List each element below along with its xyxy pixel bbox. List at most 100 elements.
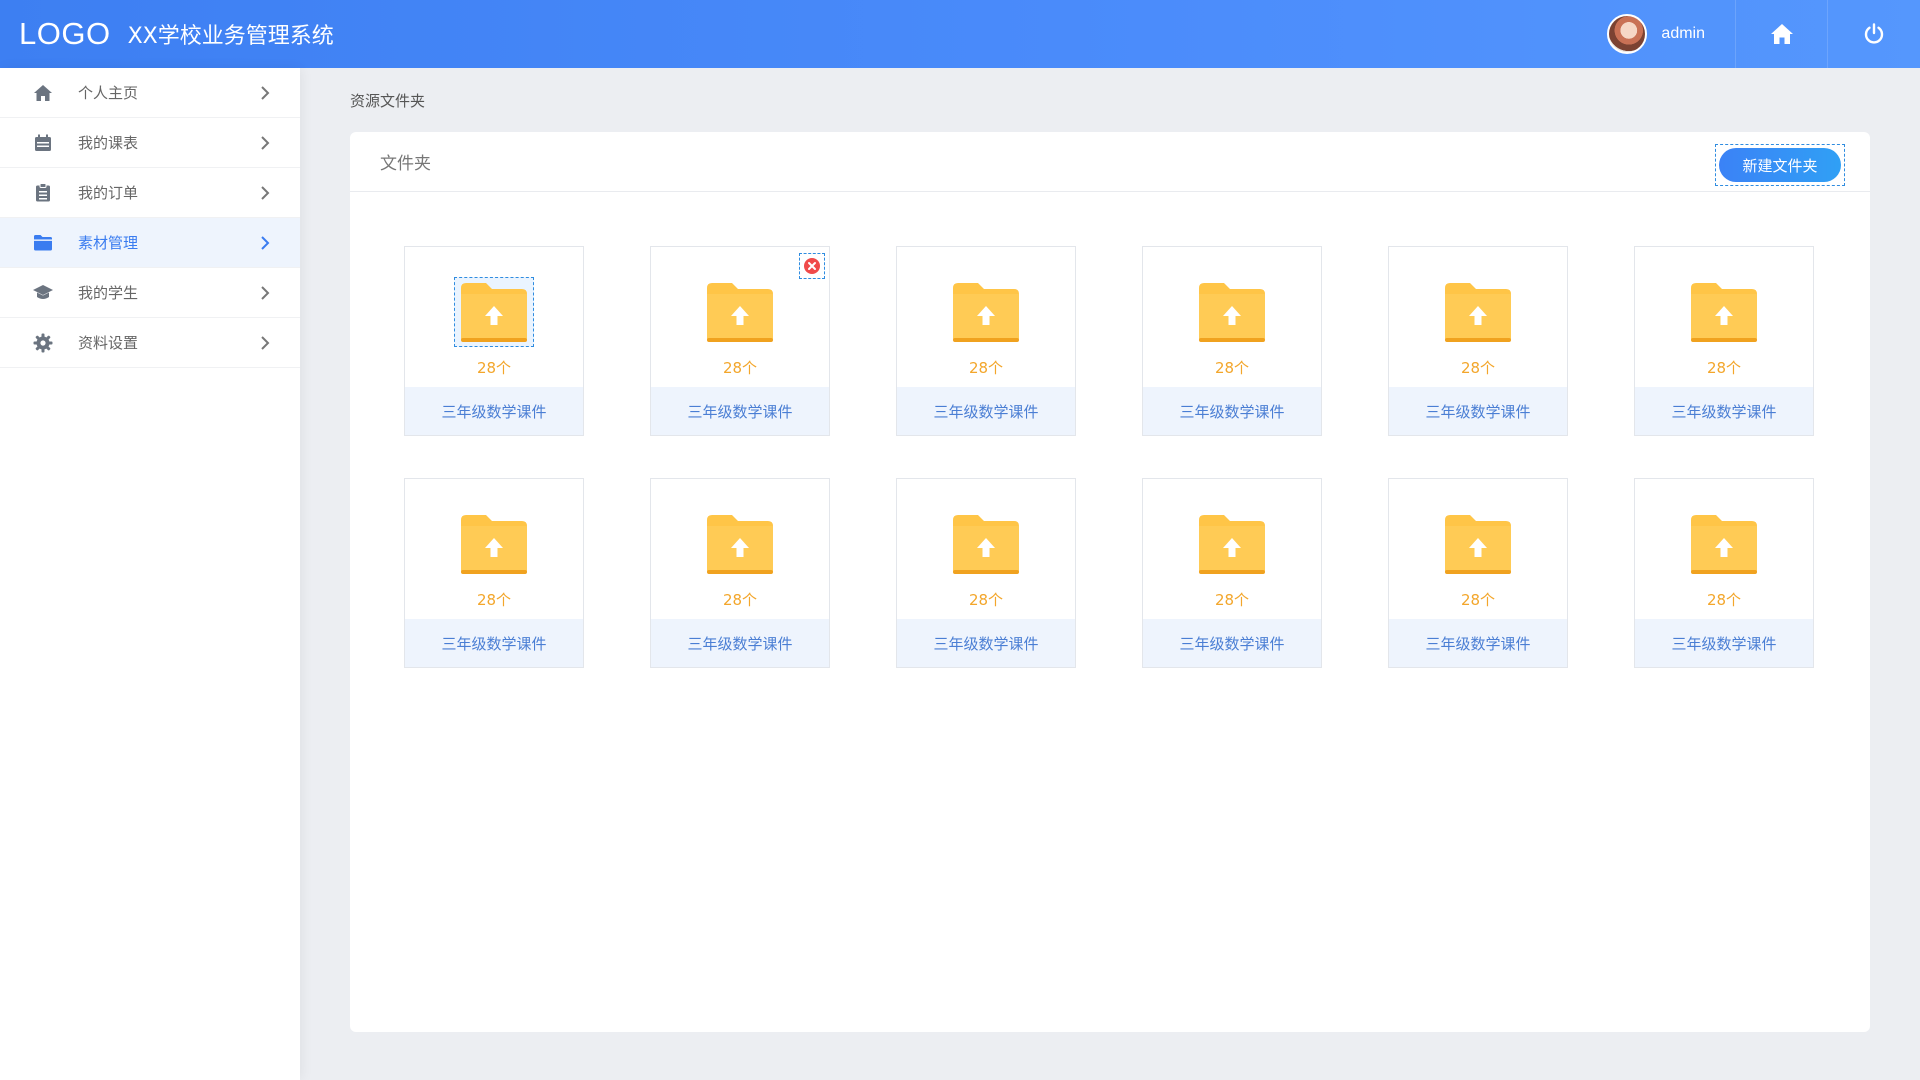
folder-area[interactable]: 28个 [1389, 247, 1567, 387]
gear-icon [32, 332, 54, 354]
folder-upload-icon [1445, 515, 1511, 574]
new-folder-button[interactable]: 新建文件夹 [1719, 148, 1841, 182]
panel-header: 文件夹 新建文件夹 [350, 132, 1870, 192]
folder-icon-wrapper[interactable] [1438, 509, 1518, 579]
folder-icon-wrapper[interactable] [700, 277, 780, 347]
file-count: 28个 [1706, 591, 1742, 609]
top-header: LOGO XX学校业务管理系统 admin [0, 0, 1920, 68]
sidebar-item-label: 我的订单 [78, 184, 139, 202]
folder-icon [32, 232, 54, 254]
folder-upload-icon [461, 515, 527, 574]
folder-name: 三年级数学课件 [1143, 387, 1321, 435]
new-folder-button-wrapper: 新建文件夹 [1715, 144, 1845, 186]
folder-name: 三年级数学课件 [1635, 619, 1813, 667]
folder-panel: 文件夹 新建文件夹 28个 三年级数学课件 28个 三年级数学课件 28个 三年… [350, 132, 1870, 1032]
avatar[interactable] [1607, 14, 1648, 54]
folder-name: 三年级数学课件 [651, 619, 829, 667]
folder-card[interactable]: 28个 三年级数学课件 [896, 246, 1076, 436]
folder-card[interactable]: 28个 三年级数学课件 [1142, 246, 1322, 436]
folder-upload-icon [953, 515, 1019, 574]
folder-area[interactable]: 28个 [651, 479, 829, 619]
folder-icon-wrapper[interactable] [454, 277, 534, 347]
folder-area[interactable]: 28个 [1389, 479, 1567, 619]
file-count: 28个 [1460, 591, 1496, 609]
folder-card[interactable]: 28个 三年级数学课件 [404, 246, 584, 436]
username[interactable]: admin [1661, 25, 1705, 43]
chevron-right-icon [261, 286, 270, 300]
close-icon [804, 258, 820, 274]
folder-area[interactable]: 28个 [897, 479, 1075, 619]
folder-card[interactable]: 28个 三年级数学课件 [1634, 246, 1814, 436]
folder-name: 三年级数学课件 [1389, 387, 1567, 435]
sidebar-item-materials[interactable]: 素材管理 [0, 218, 300, 268]
folder-icon-wrapper[interactable] [454, 509, 534, 579]
folder-icon-wrapper[interactable] [1438, 277, 1518, 347]
folder-name: 三年级数学课件 [1389, 619, 1567, 667]
folder-icon-wrapper[interactable] [1684, 277, 1764, 347]
file-count: 28个 [968, 359, 1004, 377]
folder-icon-wrapper[interactable] [1192, 277, 1272, 347]
sidebar-item-label: 资料设置 [78, 334, 139, 352]
folder-icon-wrapper[interactable] [946, 277, 1026, 347]
delete-folder-button[interactable] [799, 253, 825, 279]
folder-name: 三年级数学课件 [651, 387, 829, 435]
file-count: 28个 [1460, 359, 1496, 377]
folder-card[interactable]: 28个 三年级数学课件 [650, 478, 830, 668]
folder-upload-icon [953, 283, 1019, 342]
folder-upload-icon [1691, 283, 1757, 342]
home-button[interactable] [1736, 0, 1828, 68]
sidebar-item-label: 素材管理 [78, 234, 139, 252]
app-title: XX学校业务管理系统 [127, 24, 334, 49]
folder-icon-wrapper[interactable] [1684, 509, 1764, 579]
graduation-cap-icon [32, 282, 54, 304]
home-icon [32, 82, 54, 104]
folder-name: 三年级数学课件 [405, 619, 583, 667]
sidebar-item-settings[interactable]: 资料设置 [0, 318, 300, 368]
folder-area[interactable]: 28个 [1143, 479, 1321, 619]
folder-area[interactable]: 28个 [405, 479, 583, 619]
chevron-right-icon [261, 236, 270, 250]
chevron-right-icon [261, 136, 270, 150]
folder-area[interactable]: 28个 [405, 247, 583, 387]
folder-upload-icon [707, 515, 773, 574]
folder-upload-icon [1199, 283, 1265, 342]
folder-upload-icon [1199, 515, 1265, 574]
logo: LOGO [19, 16, 111, 51]
user-menu[interactable]: admin [1587, 0, 1736, 68]
folder-area[interactable]: 28个 [1635, 247, 1813, 387]
folder-icon-wrapper[interactable] [946, 509, 1026, 579]
folder-card[interactable]: 28个 三年级数学课件 [896, 478, 1076, 668]
sidebar-item-label: 个人主页 [78, 84, 139, 102]
folder-area[interactable]: 28个 [897, 247, 1075, 387]
sidebar: 个人主页 我的课表 我的订单 素材管理 我的学生 资料设置 [0, 68, 300, 1080]
folder-upload-icon [1445, 283, 1511, 342]
folder-upload-icon [707, 283, 773, 342]
folder-card[interactable]: 28个 三年级数学课件 [1388, 478, 1568, 668]
file-count: 28个 [476, 359, 512, 377]
file-count: 28个 [968, 591, 1004, 609]
sidebar-item-schedule[interactable]: 我的课表 [0, 118, 300, 168]
folder-card[interactable]: 28个 三年级数学课件 [1388, 246, 1568, 436]
sidebar-item-students[interactable]: 我的学生 [0, 268, 300, 318]
folder-card[interactable]: 28个 三年级数学课件 [1142, 478, 1322, 668]
folder-area[interactable]: 28个 [1143, 247, 1321, 387]
folder-icon-wrapper[interactable] [1192, 509, 1272, 579]
folder-card[interactable]: 28个 三年级数学课件 [650, 246, 830, 436]
file-count: 28个 [476, 591, 512, 609]
folder-icon-wrapper[interactable] [700, 509, 780, 579]
breadcrumb: 资源文件夹 [350, 92, 426, 110]
folder-card[interactable]: 28个 三年级数学课件 [404, 478, 584, 668]
folder-grid: 28个 三年级数学课件 28个 三年级数学课件 28个 三年级数学课件 28个 … [404, 246, 1814, 668]
folder-area[interactable]: 28个 [1635, 479, 1813, 619]
file-count: 28个 [1214, 359, 1250, 377]
sidebar-item-home[interactable]: 个人主页 [0, 68, 300, 118]
sidebar-item-orders[interactable]: 我的订单 [0, 168, 300, 218]
folder-name: 三年级数学课件 [897, 619, 1075, 667]
logout-button[interactable] [1828, 0, 1920, 68]
power-icon [1864, 23, 1884, 44]
folder-card[interactable]: 28个 三年级数学课件 [1634, 478, 1814, 668]
folder-name: 三年级数学课件 [897, 387, 1075, 435]
chevron-right-icon [261, 186, 270, 200]
file-count: 28个 [722, 591, 758, 609]
calendar-icon [32, 132, 54, 154]
